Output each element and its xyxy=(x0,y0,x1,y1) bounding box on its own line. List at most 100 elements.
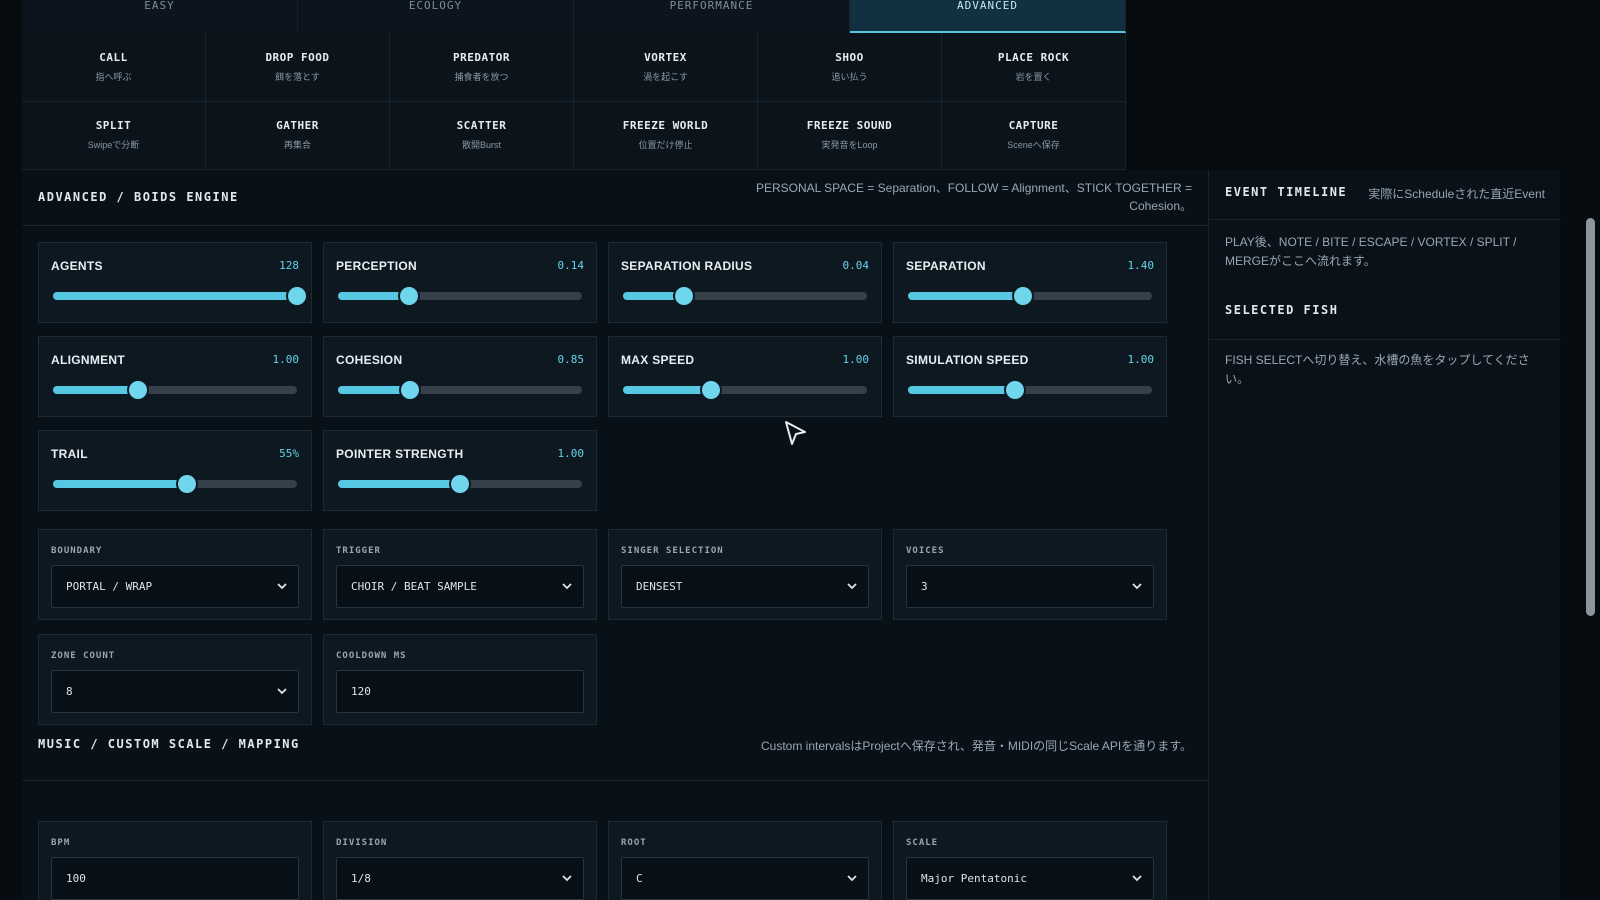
select-label: BOUNDARY xyxy=(51,546,103,556)
alignment-slider[interactable] xyxy=(53,381,297,399)
action-title: CAPTURE xyxy=(1008,119,1059,133)
slider-label: SEPARATION RADIUS xyxy=(621,259,753,273)
action-subtitle: 散開Burst xyxy=(461,140,501,151)
action-subtitle: 岩を置く xyxy=(1015,71,1052,82)
bpm-input[interactable]: 100 xyxy=(51,857,299,900)
cooldown-ms-input[interactable]: 120 xyxy=(336,670,584,713)
perception-slider[interactable] xyxy=(338,287,582,305)
slider-value: 1.00 xyxy=(842,353,870,366)
separation-slider-card: SEPARATION 1.40 xyxy=(893,242,1167,323)
trigger-select[interactable]: CHOIR / BEAT SAMPLE xyxy=(336,565,584,608)
gather-button[interactable]: GATHER 再集合 xyxy=(206,101,390,170)
mouse-cursor-icon xyxy=(785,421,806,445)
right-sidebar: EVENT TIMELINE 実際にScheduleされた直近Event PLA… xyxy=(1208,170,1561,900)
chevron-down-icon xyxy=(1132,875,1142,882)
place-rock-button[interactable]: PLACE ROCK 岩を置く xyxy=(942,33,1126,102)
voices-select[interactable]: 3 xyxy=(906,565,1154,608)
slider-label: COHESION xyxy=(336,353,403,367)
select-value: PORTAL / WRAP xyxy=(66,580,153,593)
slider-handle[interactable] xyxy=(288,287,306,305)
pointer-strength-slider[interactable] xyxy=(338,475,582,493)
slider-handle[interactable] xyxy=(1013,287,1032,305)
simulation-speed-slider[interactable] xyxy=(908,381,1152,399)
select-label: VOICES xyxy=(906,546,945,556)
action-title: CALL xyxy=(99,50,128,64)
slider-value: 0.85 xyxy=(557,353,585,366)
singer-selection-select[interactable]: DENSEST xyxy=(621,565,869,608)
singer-selection-card: SINGER SELECTION DENSEST xyxy=(608,529,882,620)
cohesion-slider[interactable] xyxy=(338,381,582,399)
tab-easy[interactable]: EASY xyxy=(22,0,298,33)
cooldown-card: COOLDOWN MS 120 xyxy=(323,634,597,725)
music-section-title: MUSIC / CUSTOM SCALE / MAPPING xyxy=(38,737,300,751)
trail-slider[interactable] xyxy=(53,475,297,493)
slider-handle[interactable] xyxy=(1006,381,1025,399)
scale-select[interactable]: Major Pentatonic xyxy=(906,857,1154,900)
pointer-strength-slider-card: POINTER STRENGTH 1.00 xyxy=(323,430,597,511)
slider-label: MAX SPEED xyxy=(621,353,695,367)
action-title: SCATTER xyxy=(456,119,507,133)
select-value: Major Pentatonic xyxy=(921,872,1027,885)
action-title: FREEZE WORLD xyxy=(622,119,709,133)
chevron-down-icon xyxy=(1132,583,1142,590)
separation-slider[interactable] xyxy=(908,287,1152,305)
action-title: FREEZE SOUND xyxy=(806,119,893,133)
select-label: DIVISION xyxy=(336,838,388,848)
selected-fish-text: FISH SELECTへ切り替え、水槽の魚をタップしてください。 xyxy=(1225,353,1530,386)
action-subtitle: 渦を起こす xyxy=(643,71,688,82)
slider-handle[interactable] xyxy=(129,381,148,399)
selected-fish-title: SELECTED FISH xyxy=(1225,303,1339,317)
chevron-down-icon xyxy=(277,583,287,590)
tab-performance[interactable]: PERFORMANCE xyxy=(574,0,850,33)
drop-food-button[interactable]: DROP FOOD 餌を落とす xyxy=(206,33,390,102)
slider-value: 55% xyxy=(279,447,299,460)
slider-label: AGENTS xyxy=(51,259,103,273)
slider-label: ALIGNMENT xyxy=(51,353,126,367)
slider-handle[interactable] xyxy=(675,287,693,305)
slider-value: 1.00 xyxy=(272,353,300,366)
slider-handle[interactable] xyxy=(178,475,197,493)
boundary-select[interactable]: PORTAL / WRAP xyxy=(51,565,299,608)
zone-count-select[interactable]: 8 xyxy=(51,670,299,713)
action-grid: CALL 指へ呼ぶ DROP FOOD 餌を落とす PREDATOR 捕食者を放つ V… xyxy=(22,33,1126,170)
trail-slider-card: TRAIL 55% xyxy=(38,430,312,511)
predator-button[interactable]: PREDATOR 捕食者を放つ xyxy=(390,33,574,102)
select-value: CHOIR / BEAT SAMPLE xyxy=(351,580,477,593)
input-value: 100 xyxy=(66,872,86,885)
tab-ecology[interactable]: ECOLOGY xyxy=(298,0,574,33)
select-label: SCALE xyxy=(906,838,939,848)
division-card: DIVISION 1/8 xyxy=(323,821,597,900)
event-timeline-header: EVENT TIMELINE 実際にScheduleされた直近Event xyxy=(1209,170,1561,220)
slider-value: 0.14 xyxy=(557,259,585,272)
boundary-card: BOUNDARY PORTAL / WRAP xyxy=(38,529,312,620)
vortex-button[interactable]: VORTEX 渦を起こす xyxy=(574,33,758,102)
freeze-world-button[interactable]: FREEZE WORLD 位置だけ停止 xyxy=(574,101,758,170)
slider-handle[interactable] xyxy=(399,287,418,305)
root-select[interactable]: C xyxy=(621,857,869,900)
shoo-button[interactable]: SHOO 追い払う xyxy=(758,33,942,102)
call-button[interactable]: CALL 指へ呼ぶ xyxy=(22,33,206,102)
chevron-down-icon xyxy=(277,688,287,695)
scrollbar-thumb[interactable] xyxy=(1586,218,1595,616)
slider-handle[interactable] xyxy=(451,475,469,493)
scatter-button[interactable]: SCATTER 散開Burst xyxy=(390,101,574,170)
select-label: ZONE COUNT xyxy=(51,651,116,661)
separation-radius-slider[interactable] xyxy=(623,287,867,305)
action-subtitle: Swipeで分断 xyxy=(87,140,140,151)
agents-slider[interactable] xyxy=(53,287,306,305)
freeze-sound-button[interactable]: FREEZE SOUND 実発音をLoop xyxy=(758,101,942,170)
capture-button[interactable]: CAPTURE Sceneへ保存 xyxy=(942,101,1126,170)
slider-handle[interactable] xyxy=(701,381,720,399)
action-subtitle: 位置だけ停止 xyxy=(638,140,693,151)
action-subtitle: 再集合 xyxy=(283,140,311,151)
tab-advanced[interactable]: ADVANCED xyxy=(850,0,1126,33)
slider-handle[interactable] xyxy=(400,381,419,399)
slider-label: SEPARATION xyxy=(906,259,986,273)
action-subtitle: Sceneへ保存 xyxy=(1007,140,1060,151)
split-button[interactable]: SPLIT Swipeで分断 xyxy=(22,101,206,170)
select-value: 8 xyxy=(66,685,73,698)
action-title: SHOO xyxy=(835,50,864,64)
max-speed-slider[interactable] xyxy=(623,381,867,399)
root-card: ROOT C xyxy=(608,821,882,900)
division-select[interactable]: 1/8 xyxy=(336,857,584,900)
